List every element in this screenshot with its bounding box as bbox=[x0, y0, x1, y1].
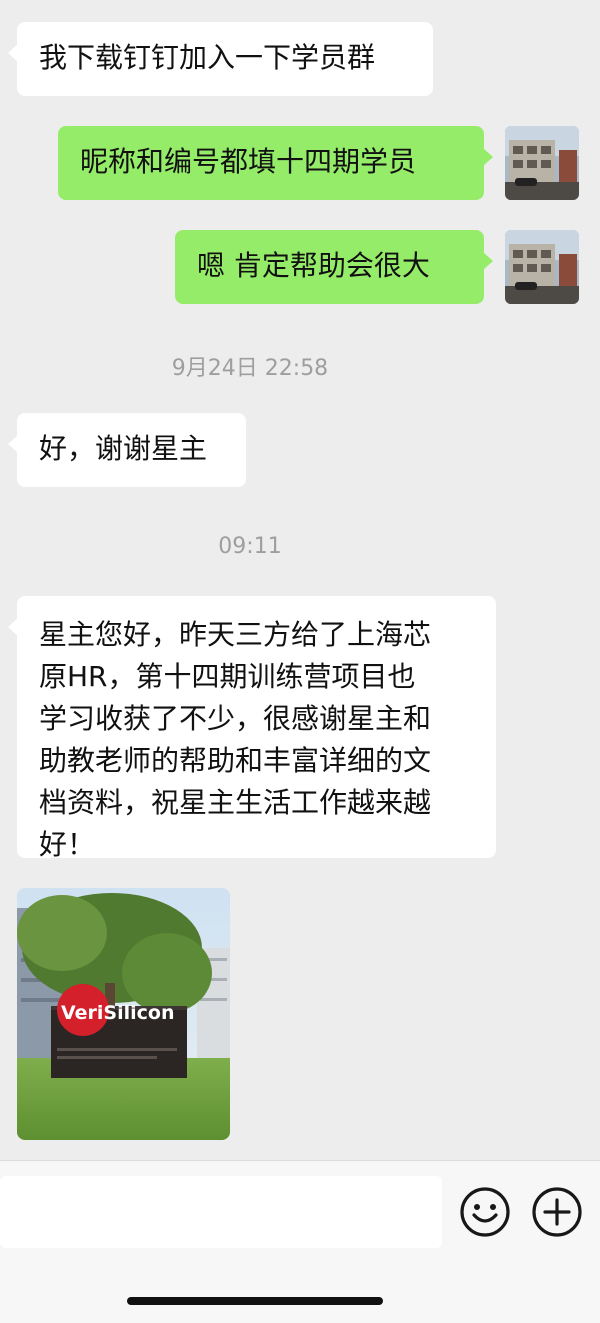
logo-text: VeriSilicon bbox=[61, 1002, 175, 1024]
timestamp: 09:11 bbox=[218, 534, 282, 559]
outgoing-message[interactable]: 嗯 肯定帮助会很大 bbox=[175, 230, 493, 304]
timestamp: 9月24日 22:58 bbox=[171, 356, 329, 381]
photo-verisilicon-sign: VeriSilicon bbox=[17, 888, 230, 1140]
message-input[interactable] bbox=[0, 1176, 442, 1248]
avatar-image bbox=[505, 126, 579, 200]
plus-icon[interactable] bbox=[531, 1186, 583, 1238]
message-text: 嗯 肯定帮助会很大 bbox=[197, 249, 430, 282]
avatar[interactable] bbox=[505, 126, 579, 200]
input-bar bbox=[0, 1160, 600, 1323]
emoji-icon[interactable] bbox=[459, 1186, 511, 1238]
message-line: 原HR，第十四期训练营项目也 bbox=[39, 660, 416, 693]
message-line: 好！ bbox=[39, 828, 96, 861]
message-line: 档资料，祝星主生活工作越来越 bbox=[39, 786, 432, 819]
chat-area: 我下载钉钉加入一下学员群 昵称和编号都填十四期学员 嗯 肯定帮助会很大 9月24… bbox=[0, 0, 600, 1160]
avatar[interactable] bbox=[505, 230, 579, 304]
message-text: 好，谢谢星主 bbox=[39, 432, 208, 465]
incoming-message[interactable]: 好，谢谢星主 bbox=[8, 413, 246, 487]
avatar-image bbox=[505, 230, 579, 304]
image-message[interactable]: VeriSilicon bbox=[17, 888, 230, 1140]
incoming-message[interactable]: 我下载钉钉加入一下学员群 bbox=[8, 22, 433, 96]
message-line: 学习收获了不少，很感谢星主和 bbox=[39, 702, 432, 735]
outgoing-message[interactable]: 昵称和编号都填十四期学员 bbox=[58, 126, 493, 200]
message-line: 助教老师的帮助和丰富详细的文 bbox=[39, 744, 432, 777]
message-text: 昵称和编号都填十四期学员 bbox=[80, 145, 417, 178]
home-indicator[interactable] bbox=[127, 1297, 383, 1305]
message-line: 星主您好，昨天三方给了上海芯 bbox=[39, 618, 432, 651]
incoming-message[interactable]: 星主您好，昨天三方给了上海芯 原HR，第十四期训练营项目也 学习收获了不少，很感… bbox=[8, 596, 496, 861]
message-text: 我下载钉钉加入一下学员群 bbox=[39, 41, 376, 74]
